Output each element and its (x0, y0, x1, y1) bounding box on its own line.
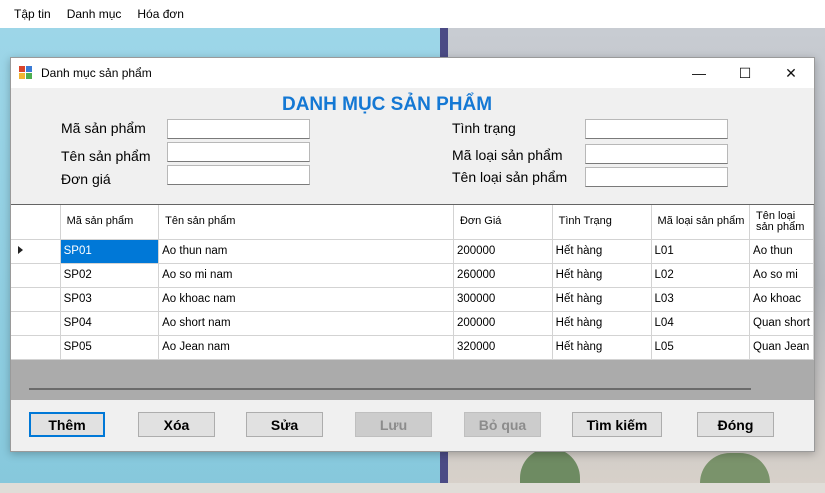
minimize-icon[interactable]: — (676, 58, 722, 88)
window-controls: — ☐ ✕ (676, 58, 814, 88)
column-header[interactable]: Mã loại sản phẩm (651, 205, 751, 240)
grid-cell[interactable]: 260000 (453, 263, 553, 288)
label-tinh-trang: Tình trạng (452, 120, 516, 136)
grid-cell[interactable]: L04 (651, 311, 751, 336)
grid-cell[interactable]: SP03 (60, 287, 160, 312)
row-header[interactable] (11, 263, 61, 288)
grid-cell[interactable]: SP04 (60, 311, 160, 336)
ma-san-pham-input[interactable] (167, 119, 310, 139)
don-gia-input[interactable] (167, 165, 310, 185)
close-icon[interactable]: ✕ (768, 58, 814, 88)
product-grid[interactable]: Mã sản phẩm Tên sản phẩm Đơn Giá Tình Tr… (11, 204, 814, 400)
grid-corner-header (11, 205, 61, 240)
horizontal-scrollbar[interactable] (29, 388, 751, 390)
table-row[interactable]: SP03 Ao khoac nam 300000 Hết hàng L03 Ao… (11, 287, 814, 312)
grid-cell[interactable]: Ao Jean nam (158, 335, 454, 360)
label-ma-san-pham: Mã sản phẩm (61, 120, 146, 136)
row-header[interactable] (11, 239, 61, 264)
grid-cell[interactable]: Hết hàng (552, 311, 652, 336)
grid-cell[interactable]: Quan short (749, 311, 814, 336)
window-title: Danh mục sản phẩm (41, 66, 152, 80)
edit-button[interactable]: Sửa (246, 412, 323, 437)
grid-cell[interactable]: L03 (651, 287, 751, 312)
page-title: DANH MỤC SẢN PHẨM (281, 94, 493, 115)
column-header[interactable]: Tên loại sản phẩm (749, 205, 814, 240)
grid-cell[interactable]: Quan Jean (749, 335, 814, 360)
menu-tap-tin[interactable]: Tập tin (6, 0, 59, 28)
row-header[interactable] (11, 311, 61, 336)
grid-cell[interactable]: Ao khoac (749, 287, 814, 312)
current-row-arrow-icon (18, 246, 23, 254)
grid-cell[interactable]: SP01 (60, 239, 160, 264)
grid-cell[interactable]: Hết hàng (552, 263, 652, 288)
table-row[interactable]: SP02 Ao so mi nam 260000 Hết hàng L02 Ao… (11, 263, 814, 288)
grid-cell[interactable]: Ao so mi (749, 263, 814, 288)
grid-cell[interactable]: Ao short nam (158, 311, 454, 336)
grid-cell[interactable]: SP02 (60, 263, 160, 288)
grid-cell[interactable]: L01 (651, 239, 751, 264)
grid-cell[interactable]: Ao so mi nam (158, 263, 454, 288)
menu-danh-muc[interactable]: Danh mục (59, 0, 130, 28)
grid-cell[interactable]: L02 (651, 263, 751, 288)
save-button[interactable]: Lưu (355, 412, 432, 437)
grid-cell[interactable]: L05 (651, 335, 751, 360)
grid-header-row: Mã sản phẩm Tên sản phẩm Đơn Giá Tình Tr… (11, 205, 814, 240)
grid-cell[interactable]: 300000 (453, 287, 553, 312)
close-button[interactable]: Đóng (697, 412, 774, 437)
grid-cell[interactable]: Hết hàng (552, 239, 652, 264)
grid-cell[interactable]: 200000 (453, 239, 553, 264)
column-header[interactable]: Tình Trạng (552, 205, 652, 240)
table-row[interactable]: SP01 Ao thun nam 200000 Hết hàng L01 Ao … (11, 239, 814, 264)
column-header[interactable]: Mã sản phẩm (60, 205, 160, 240)
table-row[interactable]: SP05 Ao Jean nam 320000 Hết hàng L05 Qua… (11, 335, 814, 360)
product-table: Mã sản phẩm Tên sản phẩm Đơn Giá Tình Tr… (11, 205, 814, 360)
maximize-icon[interactable]: ☐ (722, 58, 768, 88)
label-ma-loai-san-pham: Mã loại sản phẩm (452, 147, 563, 163)
add-button[interactable]: Thêm (29, 412, 105, 437)
ma-loai-san-pham-input[interactable] (585, 144, 728, 164)
background-floor (0, 483, 825, 493)
search-button[interactable]: Tìm kiếm (572, 412, 662, 437)
ten-san-pham-input[interactable] (167, 142, 310, 162)
label-don-gia: Đơn giá (61, 171, 111, 187)
label-ten-loai-san-pham: Tên loại sản phẩm (452, 169, 568, 185)
row-header[interactable] (11, 287, 61, 312)
app-icon (19, 66, 33, 80)
main-menubar: Tập tin Danh mục Hóa đơn (0, 0, 825, 28)
ten-loai-san-pham-input[interactable] (585, 167, 728, 187)
column-header[interactable]: Tên sản phẩm (158, 205, 454, 240)
grid-cell[interactable]: 200000 (453, 311, 553, 336)
grid-cell[interactable]: Ao khoac nam (158, 287, 454, 312)
grid-cell[interactable]: Hết hàng (552, 335, 652, 360)
skip-button[interactable]: Bỏ qua (464, 412, 541, 437)
grid-cell[interactable]: Ao thun (749, 239, 814, 264)
menu-hoa-don[interactable]: Hóa đơn (129, 0, 192, 28)
grid-cell[interactable]: Hết hàng (552, 287, 652, 312)
delete-button[interactable]: Xóa (138, 412, 215, 437)
grid-cell[interactable]: 320000 (453, 335, 553, 360)
grid-cell[interactable]: Ao thun nam (158, 239, 454, 264)
label-ten-san-pham: Tên sản phẩm (61, 148, 151, 164)
row-header[interactable] (11, 335, 61, 360)
grid-cell[interactable]: SP05 (60, 335, 160, 360)
title-bar[interactable]: Danh mục sản phẩm — ☐ ✕ (11, 58, 814, 88)
column-header[interactable]: Đơn Giá (453, 205, 553, 240)
product-catalog-window: Danh mục sản phẩm — ☐ ✕ DANH MỤC SẢN PHẨ… (10, 57, 815, 452)
tinh-trang-input[interactable] (585, 119, 728, 139)
table-row[interactable]: SP04 Ao short nam 200000 Hết hàng L04 Qu… (11, 311, 814, 336)
